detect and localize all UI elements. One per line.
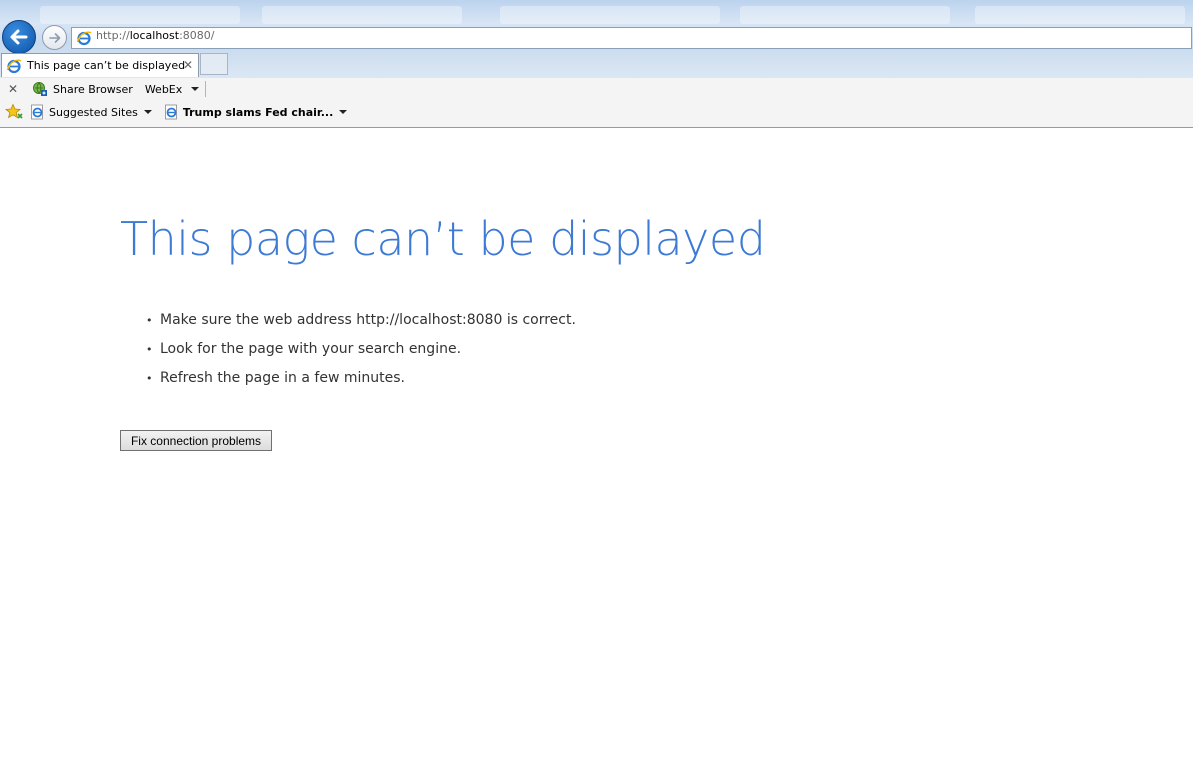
page-title: This page can’t be displayed [120, 212, 766, 266]
tab-title: This page can’t be displayed [27, 59, 186, 72]
share-browser-label: Share Browser [53, 82, 133, 96]
suggested-sites-label: Suggested Sites [49, 105, 138, 119]
ie-page-icon [76, 31, 92, 46]
list-item: Make sure the web address http://localho… [146, 306, 576, 335]
favorites-star-icon[interactable] [5, 103, 23, 121]
favorite-news-item[interactable]: Trump slams Fed chair... [164, 104, 348, 120]
favorite-news-label: Trump slams Fed chair... [182, 105, 334, 119]
webex-label: WebEx [144, 82, 183, 96]
suggested-sites-menu[interactable]: Suggested Sites [30, 104, 152, 120]
divider [205, 81, 207, 97]
tab-row: This page can’t be displayed ✕ [0, 53, 1193, 77]
list-item: Look for the page with your search engin… [146, 335, 576, 364]
chevron-down-icon [191, 87, 200, 91]
back-arrow-icon [10, 29, 28, 45]
url-host: localhost [129, 29, 180, 42]
url-suffix: :8080/ [179, 29, 215, 42]
browser-window: http://localhost:8080/ This page can’t b… [0, 0, 1193, 758]
share-browser-button[interactable]: Share Browser [32, 81, 133, 97]
share-browser-icon [33, 82, 47, 96]
favorites-bar: Suggested Sites Trump slams Fed chair... [0, 100, 1193, 124]
ie-page-icon [6, 58, 22, 73]
address-bar[interactable]: http://localhost:8080/ [71, 27, 1192, 49]
tab-active[interactable]: This page can’t be displayed ✕ [1, 53, 199, 77]
background-tab [975, 6, 1185, 24]
chevron-down-icon [143, 110, 152, 114]
back-button[interactable] [2, 20, 36, 54]
page-content: This page can’t be displayed Make sure t… [0, 128, 1193, 758]
close-icon[interactable]: ✕ [183, 58, 193, 72]
ie-page-icon [164, 104, 177, 120]
close-icon[interactable]: ✕ [8, 82, 22, 96]
ie-page-icon [31, 104, 43, 120]
background-tab [500, 6, 720, 24]
command-bar: ✕ Share Browser WebEx [0, 78, 1193, 100]
url-field[interactable]: http://localhost:8080/ [92, 29, 796, 47]
url-prefix: http:// [96, 29, 130, 42]
list-item: Refresh the page in a few minutes. [146, 364, 576, 393]
fix-connection-problems-button[interactable]: Fix connection problems [120, 430, 272, 451]
forward-arrow-icon [48, 32, 60, 43]
forward-button[interactable] [42, 25, 67, 50]
new-tab-button[interactable] [200, 53, 228, 75]
background-tab [740, 6, 950, 24]
background-tab [262, 6, 462, 24]
webex-menu[interactable]: WebEx [144, 82, 200, 96]
background-tab [40, 6, 240, 24]
chevron-down-icon [339, 110, 348, 114]
suggestion-list: Make sure the web address http://localho… [146, 306, 576, 393]
browser-chrome: http://localhost:8080/ This page can’t b… [0, 0, 1193, 128]
